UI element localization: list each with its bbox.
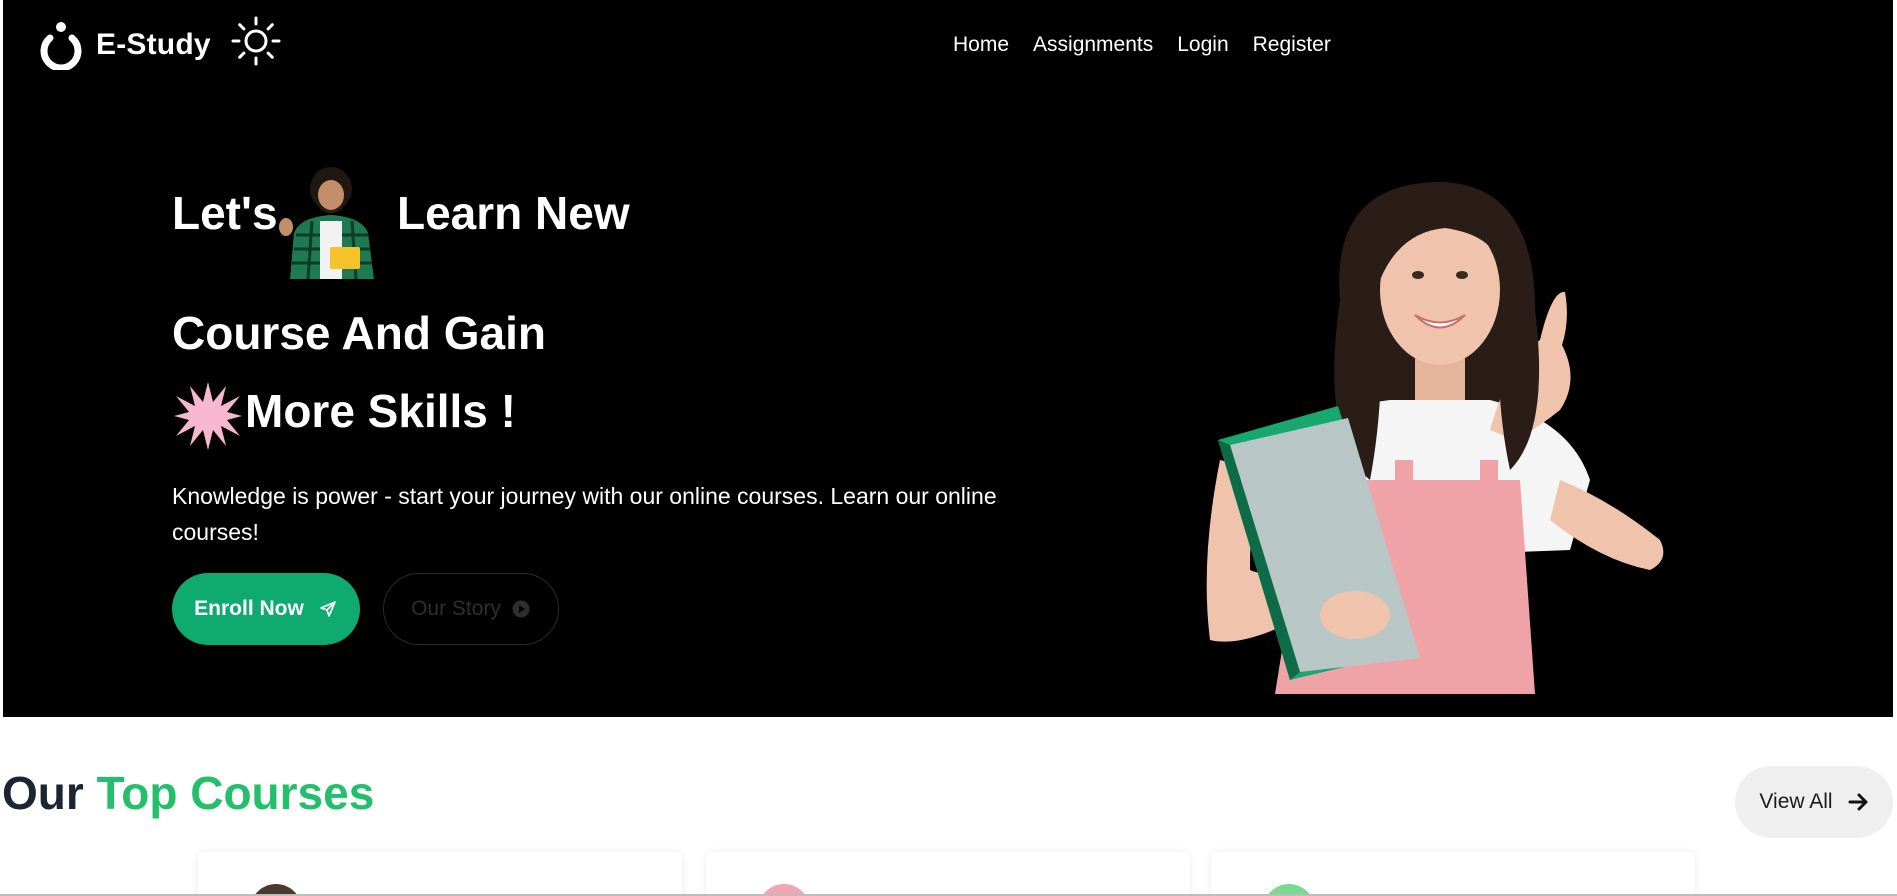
enroll-now-label: Enroll Now (194, 597, 304, 620)
hero-heading-line3: More Skills ! (245, 385, 516, 437)
brand-name[interactable]: E-Study (96, 28, 211, 62)
course-card[interactable] (198, 852, 682, 896)
student-avatar-image (279, 167, 374, 279)
nav-login[interactable]: Login (1177, 33, 1228, 57)
hero-description: Knowledge is power - start your journey … (172, 483, 997, 545)
hero-heading-line1-a: Let's (172, 187, 278, 239)
main-nav: Home Assignments Login Register (953, 33, 1331, 57)
nav-home[interactable]: Home (953, 33, 1009, 57)
hero-heading-line1-b: Learn New (397, 187, 630, 239)
nav-register[interactable]: Register (1253, 33, 1331, 57)
view-all-button[interactable]: View All (1735, 766, 1893, 838)
send-icon (320, 601, 336, 617)
section-title: Our Top Courses (2, 766, 374, 820)
nav-assignments[interactable]: Assignments (1033, 33, 1153, 57)
starburst-icon (174, 382, 242, 450)
play-circle-icon (512, 600, 530, 618)
course-card[interactable] (706, 852, 1190, 896)
our-story-label: Our Story (411, 597, 501, 620)
page: E-Study Home Assignments Login Register … (0, 0, 1897, 896)
arrow-right-icon (1848, 793, 1868, 811)
our-story-button[interactable]: Our Story (383, 573, 559, 645)
section-title-accent: Top Courses (96, 767, 375, 819)
student-hero-image (1206, 181, 1664, 694)
enroll-now-button[interactable]: Enroll Now (172, 573, 360, 645)
sun-icon[interactable] (229, 14, 283, 68)
section-title-prefix: Our (2, 767, 84, 819)
hero-heading-line2: Course And Gain (172, 307, 546, 359)
view-all-label: View All (1759, 790, 1833, 813)
power-ring-icon[interactable] (38, 20, 84, 70)
course-card[interactable] (1211, 852, 1695, 896)
